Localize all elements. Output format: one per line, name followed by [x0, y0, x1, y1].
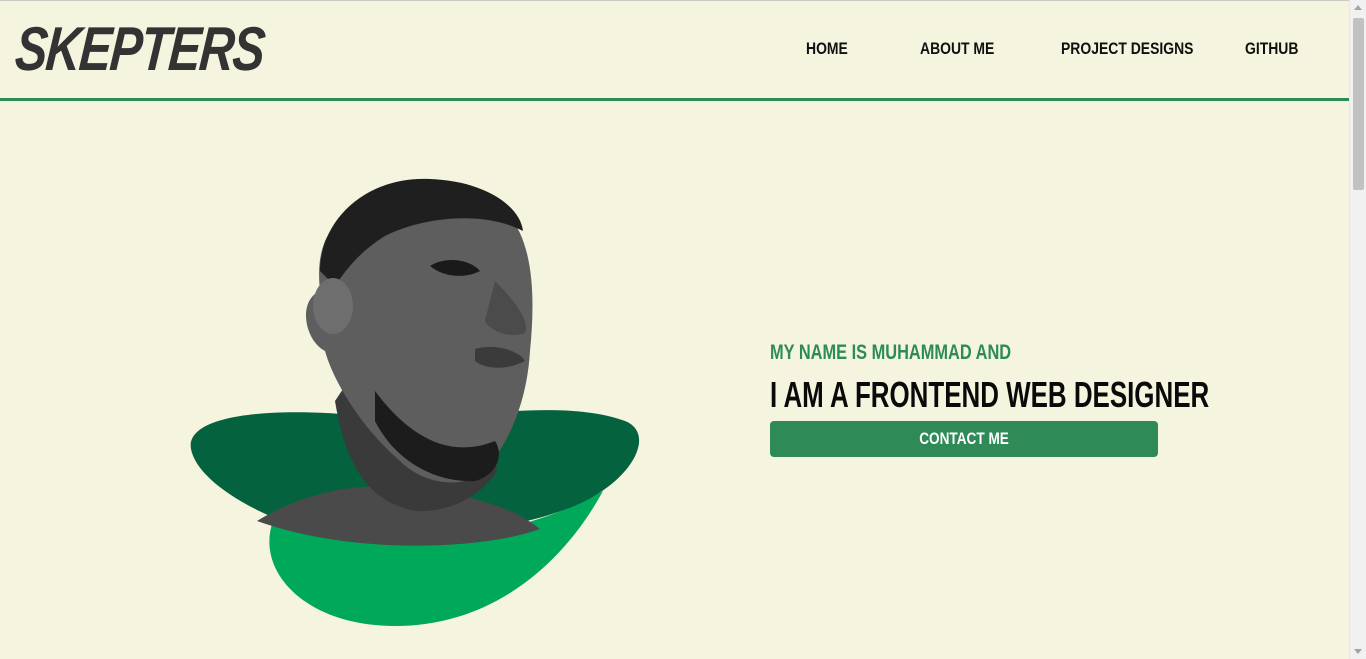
hero-intro: MY NAME IS MUHAMMAD AND: [770, 341, 1012, 364]
scroll-down-icon[interactable]: [1354, 649, 1362, 654]
hero-headline: I AM A FRONTEND WEB DESIGNER: [770, 374, 1210, 415]
ear-shape: [313, 278, 353, 334]
nav-item-home[interactable]: HOME: [806, 39, 848, 59]
main-nav: HOME ABOUT ME PROJECT DESIGNS GITHUB: [0, 39, 1349, 63]
contact-me-label: CONTACT ME: [919, 429, 1009, 448]
scroll-up-icon[interactable]: [1354, 5, 1362, 10]
vertical-scrollbar[interactable]: [1349, 0, 1366, 659]
site-header: SKEPTERS HOME ABOUT ME PROJECT DESIGNS G…: [0, 1, 1349, 101]
page: SKEPTERS HOME ABOUT ME PROJECT DESIGNS G…: [0, 0, 1349, 659]
contact-me-button[interactable]: CONTACT ME: [770, 421, 1158, 457]
nav-item-project-designs[interactable]: PROJECT DESIGNS: [1061, 39, 1193, 59]
portrait-illustration: [190, 178, 640, 626]
scroll-thumb[interactable]: [1353, 18, 1364, 190]
hero-portrait: [185, 171, 655, 641]
hero-text: MY NAME IS MUHAMMAD AND I AM A FRONTEND …: [770, 341, 1210, 457]
nav-item-about-me[interactable]: ABOUT ME: [920, 39, 994, 59]
nav-item-github[interactable]: GITHUB: [1245, 39, 1298, 59]
